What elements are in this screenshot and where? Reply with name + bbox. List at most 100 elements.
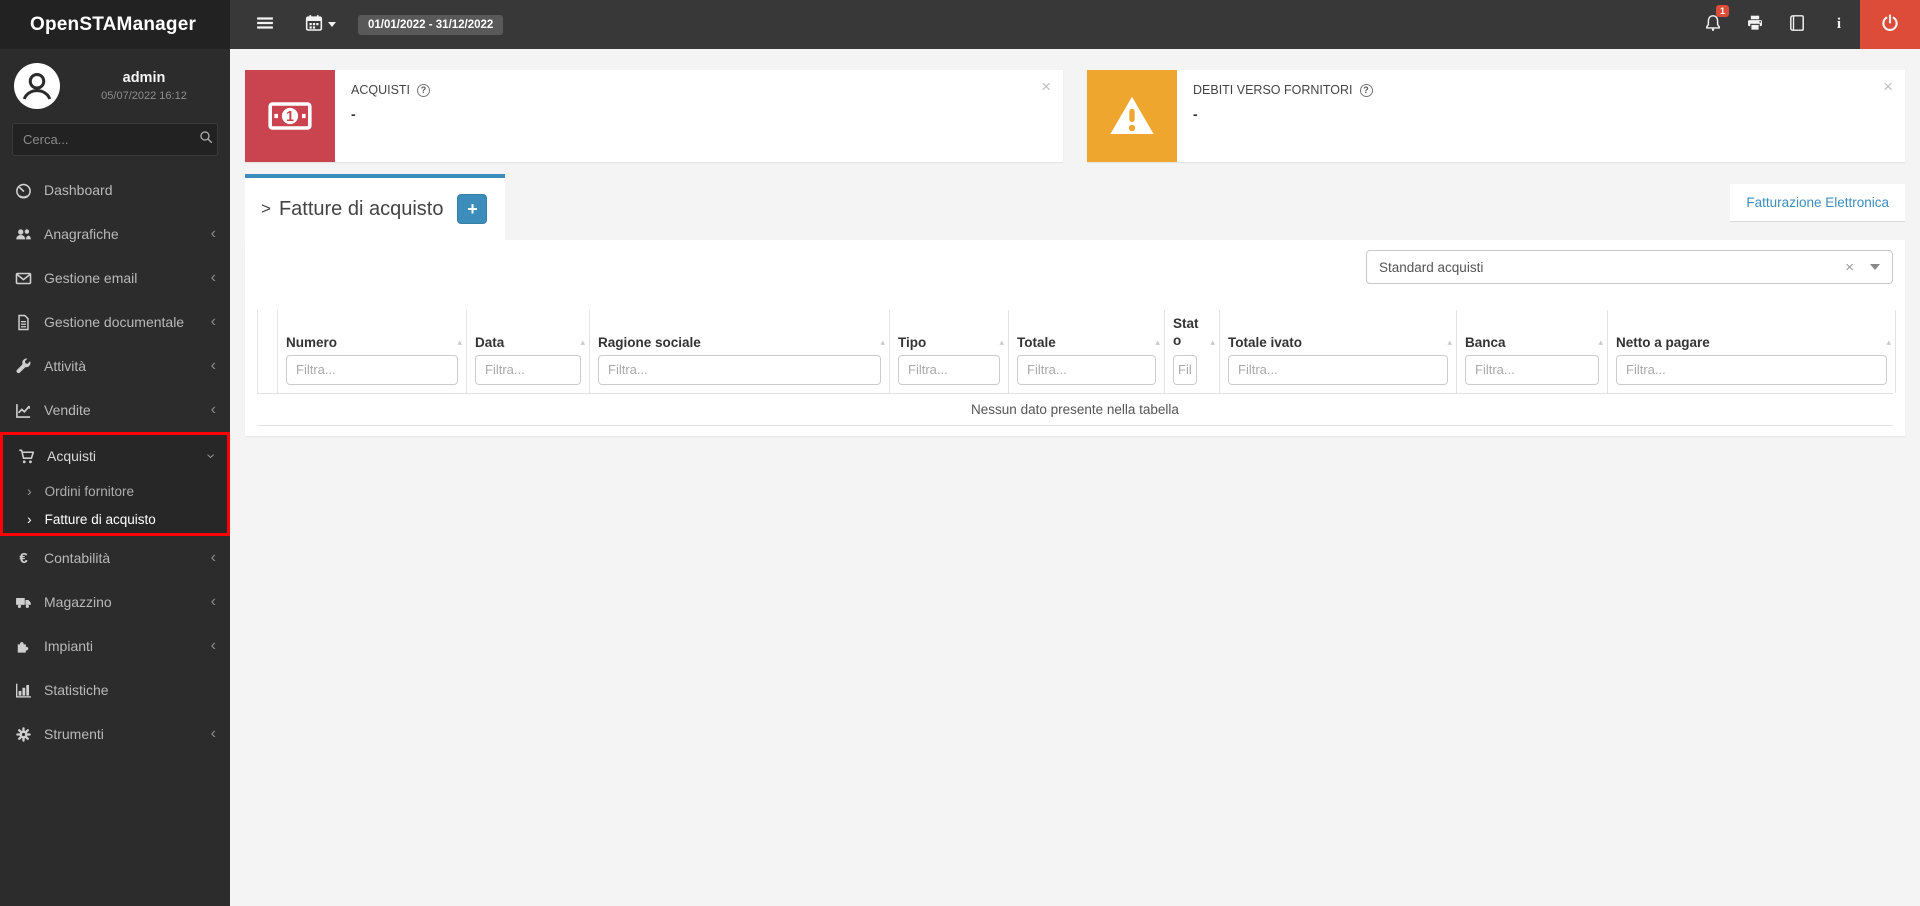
sort-icon[interactable]: ▴ xyxy=(1886,337,1891,348)
widget-title: DEBITI VERSO FORNITORI xyxy=(1193,83,1353,97)
filter-input-stato[interactable] xyxy=(1173,354,1197,385)
sidebar-item-vendite[interactable]: Vendite ‹ xyxy=(0,388,230,432)
table-empty-message: Nessun dato presente nella tabella xyxy=(257,392,1893,426)
fatturazione-elettronica-link[interactable]: Fatturazione Elettronica xyxy=(1746,195,1889,210)
sidebar-item-strumenti[interactable]: Strumenti ‹ xyxy=(0,712,230,756)
euro-icon: € xyxy=(19,549,28,567)
sidebar-item-gestione-email[interactable]: Gestione email ‹ xyxy=(0,256,230,300)
close-icon[interactable]: × xyxy=(1883,78,1893,95)
search-icon[interactable] xyxy=(199,130,213,149)
column-label: Totale xyxy=(1017,334,1056,350)
user-datetime: 05/07/2022 16:12 xyxy=(101,90,187,102)
widget-value: - xyxy=(1193,106,1198,122)
sort-icon[interactable]: ▴ xyxy=(999,337,1004,348)
widget-title-row: ACQUISTI ? xyxy=(351,83,431,97)
sidebar-item-impianti[interactable]: Impianti ‹ xyxy=(0,624,230,668)
filter-input-ragione-sociale[interactable] xyxy=(598,354,881,385)
filter-input-tipo[interactable] xyxy=(898,354,1000,385)
close-icon[interactable]: × xyxy=(1041,78,1051,95)
sidebar-toggle-button[interactable] xyxy=(244,0,286,49)
chevron-down-icon: › xyxy=(202,453,220,459)
users-icon xyxy=(14,226,33,243)
sidebar-item-attivita[interactable]: Attività ‹ xyxy=(0,344,230,388)
help-icon[interactable]: ? xyxy=(417,83,431,97)
sidebar-subitem-label: Ordini fornitore xyxy=(44,483,134,499)
filter-input-totale[interactable] xyxy=(1017,354,1156,385)
column-totale-ivato: Totale ivato ▴ xyxy=(1219,310,1456,393)
sort-icon[interactable]: ▴ xyxy=(1447,337,1452,348)
truck-icon xyxy=(14,594,33,611)
sidebar-item-label: Dashboard xyxy=(44,182,113,198)
column-numero: Numero ▴ xyxy=(277,310,466,393)
sidebar: admin 05/07/2022 16:12 Dashboard Anagraf… xyxy=(0,49,230,906)
widget-body: DEBITI VERSO FORNITORI ? - xyxy=(1177,70,1389,162)
sidebar-item-label: Vendite xyxy=(44,402,91,418)
add-invoice-button[interactable]: + xyxy=(457,194,488,224)
sidebar-nav: Dashboard Anagrafiche ‹ Gestione email ‹… xyxy=(0,168,230,756)
page-title: Fatture di acquisto xyxy=(278,197,444,220)
search-input[interactable] xyxy=(23,132,199,147)
sidebar-item-label: Gestione email xyxy=(44,270,138,286)
sort-icon[interactable]: ▴ xyxy=(1155,337,1160,348)
info-button[interactable]: i xyxy=(1818,0,1860,49)
calendar-button[interactable] xyxy=(294,0,346,49)
sidebar-item-acquisti[interactable]: Acquisti › xyxy=(3,435,227,477)
tab-fatture-di-acquisto[interactable]: > Fatture di acquisto + xyxy=(245,174,505,240)
column-label: Tipo xyxy=(898,334,927,350)
filter-preset-select[interactable]: Standard acquisti × xyxy=(1366,250,1893,284)
sidebar-item-magazzino[interactable]: Magazzino ‹ xyxy=(0,580,230,624)
sidebar-item-label: Statistiche xyxy=(44,682,109,698)
sidebar-item-gestione-documentale[interactable]: Gestione documentale ‹ xyxy=(0,300,230,344)
tab-title-prefix: > xyxy=(261,199,271,218)
sidebar-item-statistiche[interactable]: Statistiche xyxy=(0,668,230,712)
sidebar-search xyxy=(12,123,218,156)
clear-icon[interactable]: × xyxy=(1845,259,1854,276)
column-label: Ragione sociale xyxy=(598,334,701,350)
sort-icon[interactable]: ▴ xyxy=(1210,337,1215,348)
tab-fatturazione-elettronica[interactable]: Fatturazione Elettronica xyxy=(1730,184,1905,222)
filter-input-banca[interactable] xyxy=(1465,354,1599,385)
info-icon: i xyxy=(1836,16,1842,32)
avatar[interactable] xyxy=(14,63,60,109)
sidebar-item-dashboard[interactable]: Dashboard xyxy=(0,168,230,212)
sort-icon[interactable]: ▴ xyxy=(1598,337,1603,348)
logout-button[interactable] xyxy=(1860,0,1920,49)
column-data: Data ▴ xyxy=(466,310,589,393)
filter-input-numero[interactable] xyxy=(286,354,458,385)
column-ragione-sociale: Ragione sociale ▴ xyxy=(589,310,889,393)
topbar-left: 01/01/2022 - 31/12/2022 xyxy=(230,0,504,49)
sidebar-subitem-label: Fatture di acquisto xyxy=(44,511,156,527)
app-logo[interactable]: OpenSTAManager xyxy=(0,0,230,49)
sidebar-item-label: Gestione documentale xyxy=(44,314,185,330)
chevron-left-icon: ‹ xyxy=(210,725,216,742)
puzzle-icon xyxy=(14,638,33,655)
column-banca: Banca ▴ xyxy=(1456,310,1607,393)
widget-value: - xyxy=(351,106,356,122)
sidebar-item-anagrafiche[interactable]: Anagrafiche ‹ xyxy=(0,212,230,256)
sidebar-item-contabilita[interactable]: € Contabilità ‹ xyxy=(0,536,230,580)
sidebar-item-ordini-fornitore[interactable]: › Ordini fornitore xyxy=(3,477,227,505)
filter-input-netto-a-pagare[interactable] xyxy=(1616,354,1887,385)
filter-input-data[interactable] xyxy=(475,354,581,385)
sort-icon[interactable]: ▴ xyxy=(457,337,462,348)
filter-input-totale-ivato[interactable] xyxy=(1228,354,1448,385)
print-button[interactable] xyxy=(1734,0,1776,49)
notifications-button[interactable]: 1 xyxy=(1692,0,1734,49)
column-tipo: Tipo ▴ xyxy=(889,310,1008,393)
sidebar-item-fatture-di-acquisto[interactable]: › Fatture di acquisto xyxy=(3,505,227,533)
help-icon[interactable]: ? xyxy=(1359,83,1373,97)
docs-button[interactable] xyxy=(1776,0,1818,49)
column-totale: Totale ▴ xyxy=(1008,310,1164,393)
date-range-badge[interactable]: 01/01/2022 - 31/12/2022 xyxy=(358,14,504,35)
cart-icon xyxy=(17,448,36,465)
sort-icon[interactable]: ▴ xyxy=(580,337,585,348)
sort-icon[interactable]: ▴ xyxy=(880,337,885,348)
chevron-left-icon: ‹ xyxy=(210,549,216,566)
widget-acquisti: 1 ACQUISTI ? - × xyxy=(245,70,1063,162)
main-content: 1 ACQUISTI ? - × DEBITI VERSO FORNITORI … xyxy=(230,49,1920,906)
printer-icon xyxy=(1746,14,1764,35)
topbar-right: 1 i xyxy=(1692,0,1920,49)
chevron-left-icon: ‹ xyxy=(210,313,216,330)
sidebar-item-label: Anagrafiche xyxy=(44,226,119,242)
power-icon xyxy=(1881,14,1899,35)
